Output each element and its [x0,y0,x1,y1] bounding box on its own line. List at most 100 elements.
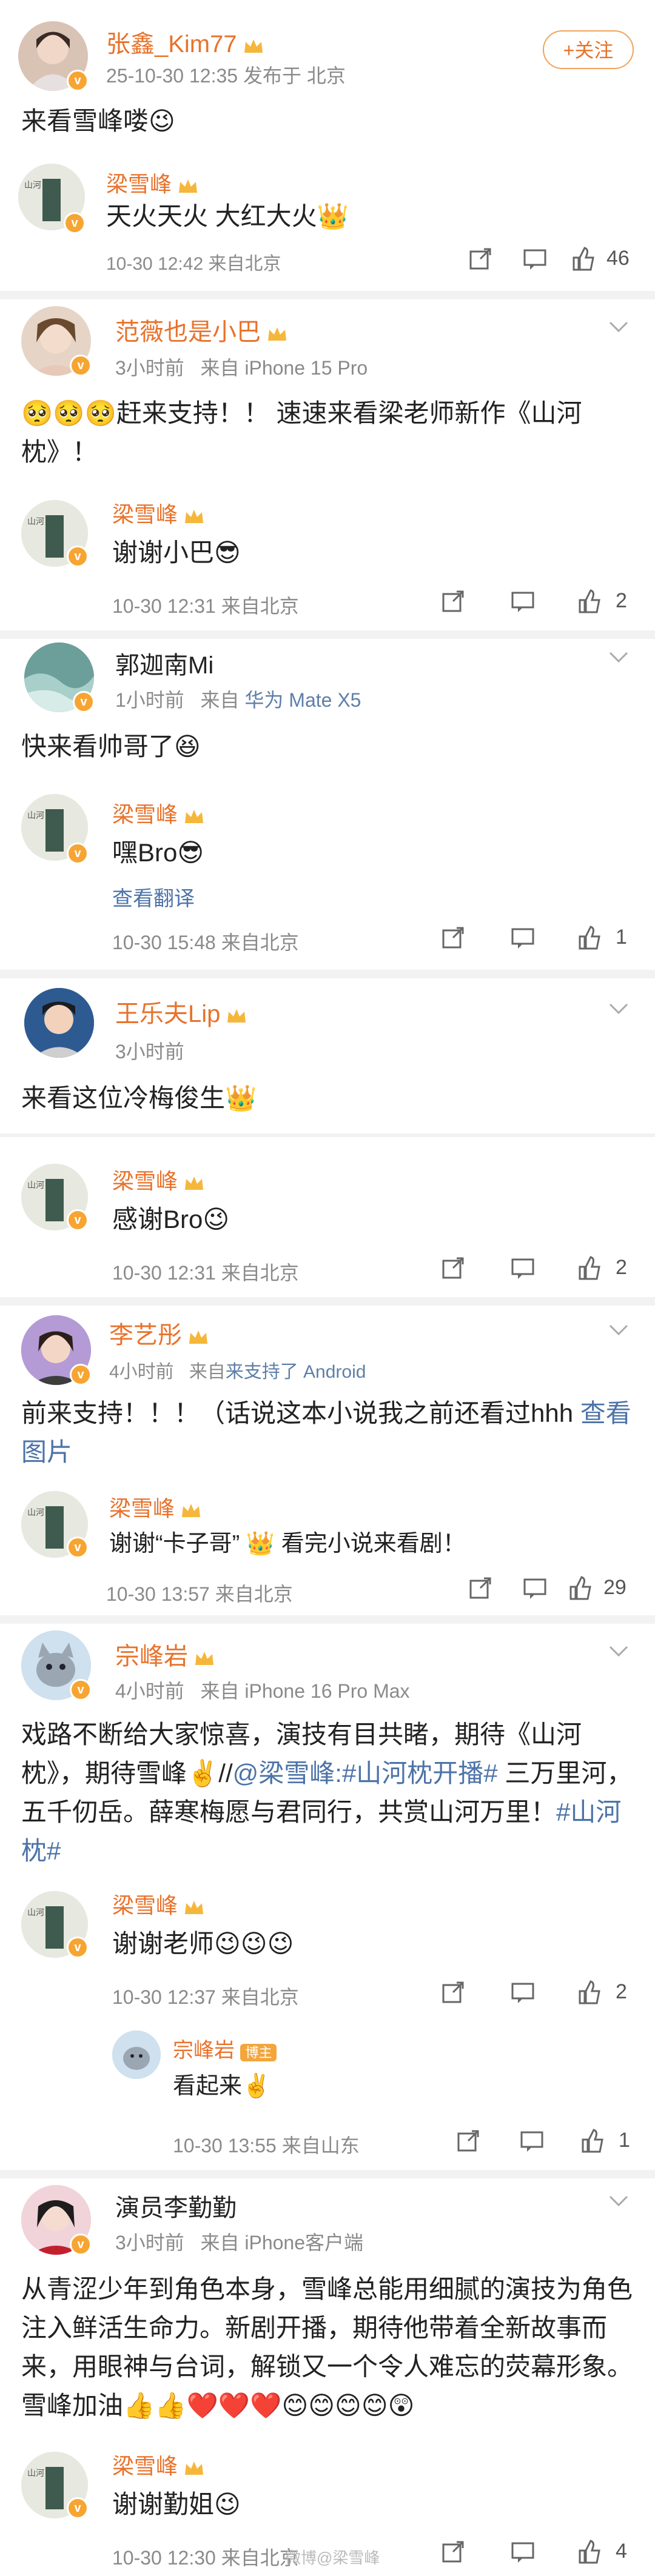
crown-icon [189,1330,207,1344]
post-meta: 3小时前 [115,1041,184,1063]
like-icon[interactable] [576,588,603,615]
like-icon[interactable] [579,2127,606,2154]
verified-icon: v [67,2497,89,2519]
user-name[interactable]: 梁雪峰 [109,1491,201,1523]
user-name[interactable]: 宗峰岩 博主 [173,2034,277,2063]
like-icon[interactable] [576,2538,603,2565]
comment-text: 来看这位冷梅俊生👑 [21,1084,257,1112]
reply-text: 谢谢“卡子哥” 👑 看完小说来看剧！ [109,1531,466,1557]
post-meta: 4小时前 来自来支持了 Android [109,1362,366,1382]
user-name[interactable]: 梁雪峰 [112,497,204,529]
comment-icon[interactable] [509,1255,536,1281]
user-name[interactable]: 梁雪峰 [112,1164,204,1195]
avatar[interactable] [112,2030,161,2079]
svg-text:山河: 山河 [27,1181,44,1190]
user-name[interactable]: 梁雪峰 [112,797,204,829]
like-count: 1 [616,926,627,949]
svg-text:山河: 山河 [24,181,41,190]
user-name[interactable]: 梁雪峰 [106,167,198,198]
reply-text: 谢谢小巴😎 [112,538,241,567]
svg-text:山河: 山河 [27,811,44,821]
post-meta: 4小时前 来自 iPhone 16 Pro Max [115,1680,410,1702]
verified-icon: v [73,691,95,713]
comment-icon[interactable] [509,2538,536,2565]
post-meta: 3小时前 来自 iPhone客户端 [115,2232,364,2254]
verified-icon: v [67,1209,89,1231]
divider [0,291,655,299]
like-icon[interactable] [576,1979,603,2006]
like-count: 2 [616,589,627,612]
mention-link[interactable]: @梁雪峰:#山河枕开播# [233,1759,498,1787]
divider [0,2170,655,2178]
share-icon[interactable] [455,2127,482,2154]
share-icon[interactable] [467,1575,494,1601]
like-count: 29 [603,1576,626,1599]
like-icon[interactable] [570,245,597,272]
crown-icon [185,510,204,524]
like-icon[interactable] [576,1255,603,1281]
share-icon[interactable] [440,2538,466,2565]
svg-text:山河: 山河 [27,2469,44,2478]
blogger-badge: 博主 [240,2044,277,2062]
share-icon[interactable] [440,1255,466,1281]
comment-icon[interactable] [522,245,548,272]
user-name[interactable]: 范薇也是小巴 [115,312,287,347]
verified-icon: v [67,1937,89,1958]
chevron-down-icon[interactable] [606,2189,631,2214]
reply-meta: 10-30 13:55 来自山东 [173,2135,360,2157]
svg-text:山河: 山河 [27,1508,44,1518]
avatar[interactable] [24,988,94,1058]
verified-icon: v [67,843,89,864]
comment-text: 从青涩少年到角色本身，雪峰总能用细腻的演技为角色注入鲜活生命力。新剧开播，期待他… [21,2275,633,2420]
crown-icon [185,810,204,824]
like-count: 1 [619,2129,630,2152]
user-name[interactable]: 演员李勤勤 [115,2188,237,2223]
crown-icon [268,327,286,341]
user-name[interactable]: 梁雪峰 [112,2449,204,2480]
watermark: 微博@梁雪峰 [285,2549,380,2567]
like-icon[interactable] [567,1575,594,1601]
user-name[interactable]: 李艺彤 [109,1315,209,1350]
reply-meta: 10-30 12:37 来自北京 [112,1986,299,2008]
chevron-down-icon[interactable] [606,315,631,339]
crown-icon [244,39,263,53]
like-icon[interactable] [576,924,603,951]
divider [0,1615,655,1624]
divider [0,970,655,978]
chevron-down-icon[interactable] [606,646,631,670]
svg-text:山河: 山河 [27,517,44,527]
share-icon[interactable] [467,245,494,272]
reply-text: 看起来✌️ [173,2074,271,2099]
user-name[interactable]: 郭迦南Mi [115,646,213,681]
like-count: 46 [606,247,630,270]
chevron-down-icon[interactable] [606,1318,631,1343]
translate-link[interactable]: 查看翻译 [112,882,195,912]
user-name[interactable]: 梁雪峰 [112,1888,204,1920]
share-icon[interactable] [440,924,466,951]
user-name[interactable]: 宗峰岩 [115,1637,215,1672]
comment-icon[interactable] [509,1979,536,2006]
share-icon[interactable] [440,1979,466,2006]
comment-icon[interactable] [522,1575,548,1601]
comment-text: 快来看帅哥了😆 [21,732,201,761]
verified-icon: v [70,355,92,376]
verified-icon: v [70,1364,92,1386]
share-icon[interactable] [440,588,466,615]
divider [0,1133,655,1137]
comment-icon[interactable] [509,924,536,951]
crown-icon [185,2461,204,2475]
comment-text: 🥺🥺🥺赶来支持！！ 速速来看梁老师新作《山河枕》！ [21,399,582,466]
follow-button[interactable]: +关注 [543,30,634,69]
comment-icon[interactable] [509,588,536,615]
verified-icon: v [70,2234,92,2255]
user-name[interactable]: 张鑫_Kim77 [106,24,264,59]
reply-meta: 10-30 12:31 来自北京 [112,595,299,617]
user-name[interactable]: 王乐夫Lip [115,994,247,1029]
comment-icon[interactable] [519,2127,545,2154]
chevron-down-icon[interactable] [606,1640,631,1664]
like-count: 4 [616,2540,627,2563]
post-meta: 3小时前 来自 iPhone 15 Pro [115,357,368,379]
verified-icon: v [67,546,89,567]
chevron-down-icon[interactable] [606,997,631,1021]
svg-text:山河: 山河 [27,1908,44,1918]
